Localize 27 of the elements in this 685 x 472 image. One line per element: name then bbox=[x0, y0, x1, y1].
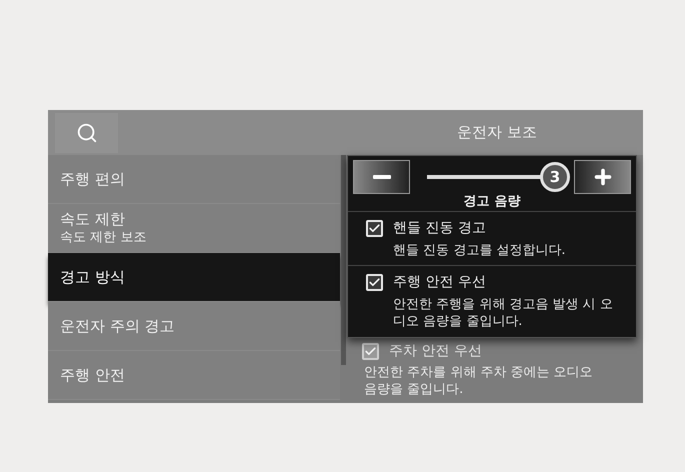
decrease-button[interactable] bbox=[353, 160, 410, 194]
check-icon bbox=[368, 222, 381, 235]
option-label: 핸들 진동 경고 bbox=[393, 219, 486, 238]
slider-thumb[interactable]: 3 bbox=[540, 162, 570, 192]
checkbox[interactable] bbox=[362, 343, 379, 360]
check-icon bbox=[368, 276, 381, 289]
menu-item[interactable]: 운전자 주의 경고 bbox=[48, 302, 340, 351]
menu-item[interactable]: 주행 편의 bbox=[48, 155, 340, 204]
menu-item-subtitle: 속도 제한 보조 bbox=[60, 229, 146, 247]
increase-button[interactable] bbox=[574, 160, 631, 194]
search-button[interactable] bbox=[55, 112, 118, 152]
search-icon bbox=[76, 122, 98, 144]
check-icon bbox=[364, 345, 377, 358]
screen-title: 운전자 보조 bbox=[457, 122, 537, 144]
option-description: 안전한 주행을 위해 경고음 발생 시 오디오 음량을 줄입니다. bbox=[392, 296, 614, 330]
minus-icon bbox=[372, 175, 390, 179]
menu-item[interactable]: 주행 안전 bbox=[48, 351, 340, 400]
volume-label: 경고 음량 bbox=[464, 194, 520, 210]
checkbox[interactable] bbox=[366, 220, 383, 237]
menu-item[interactable]: 속도 제한 속도 제한 보조 bbox=[48, 204, 340, 253]
option-label: 주행 안전 우선 bbox=[393, 273, 486, 292]
checkbox[interactable] bbox=[366, 274, 383, 291]
option-label: 주차 안전 우선 bbox=[389, 342, 482, 361]
volume-slider[interactable]: 3 bbox=[417, 160, 567, 194]
option-description: 핸들 진동 경고를 설정합니다. bbox=[392, 242, 567, 259]
option-description: 안전한 주차를 위해 주차 중에는 오디오 음량을 줄입니다. bbox=[363, 364, 594, 398]
menu-item[interactable]: 경고 방식 bbox=[48, 253, 340, 302]
